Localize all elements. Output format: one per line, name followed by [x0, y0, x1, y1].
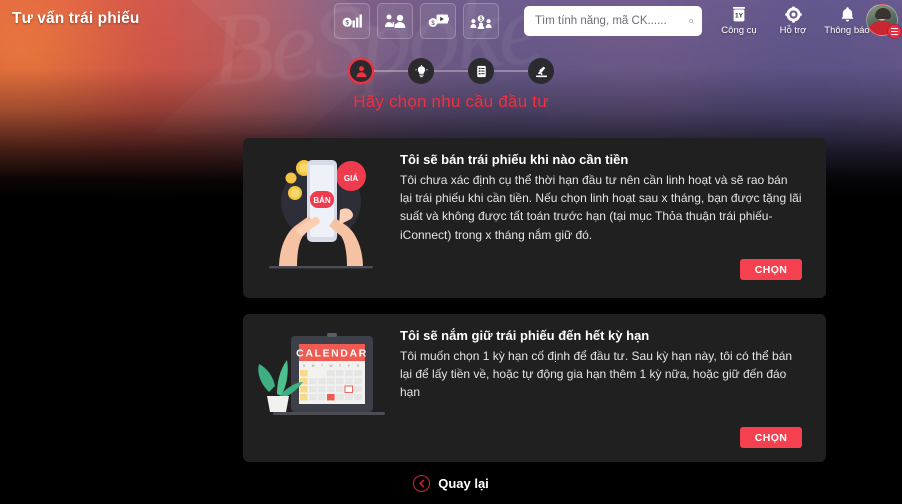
calendar-laptop-illustration-svg: CALENDAR SMTWTFS: [258, 333, 385, 415]
back-button-label: Quay lại: [438, 476, 489, 491]
header-item-tools[interactable]: 1Y Công cụ: [712, 4, 766, 36]
chevron-left-glyph: [419, 479, 424, 488]
svg-text:GIÁ: GIÁ: [344, 174, 358, 183]
header-action-items: 1Y Công cụ Hỗ trợ Thông báo: [712, 4, 874, 36]
page-heading: Hãy chọn nhu cầu đầu tư: [353, 92, 549, 111]
hand-phone-sell-illustration: GIÁ BÁN: [243, 138, 400, 298]
bell-icon: [841, 7, 853, 22]
choose-button-0[interactable]: CHỌN: [740, 259, 802, 280]
market-chart-icon: $: [342, 14, 362, 27]
card-description-0: Tôi chưa xác định cụ thể thời hạn đầu tư…: [400, 173, 802, 242]
step-1-profile[interactable]: [348, 58, 374, 84]
header-item-support[interactable]: Hỗ trợ: [766, 4, 820, 36]
option-card-sell-anytime[interactable]: GIÁ BÁN Tôi sẽ bán trái phiếu khi nào cầ…: [243, 138, 826, 298]
card-title-0: Tôi sẽ bán trái phiếu khi nào cần tiền: [400, 152, 629, 167]
chevron-left-circle-icon[interactable]: [413, 475, 431, 492]
step-2-idea[interactable]: [408, 58, 434, 84]
page-title-brand: Tư vấn trái phiếu: [12, 10, 140, 27]
svg-text:M: M: [312, 364, 315, 368]
video-money-icon: $: [428, 14, 449, 27]
tools-icon: 1Y: [733, 7, 745, 22]
card-description-1: Tôi muốn chọn 1 kỳ hạn cố định để đầu tư…: [400, 349, 793, 400]
step-indicator: [0, 58, 902, 84]
header-item-notifications-label: Thông báo: [824, 25, 870, 36]
avatar-hair: [875, 8, 891, 19]
search-input[interactable]: [535, 15, 689, 27]
svg-text:T: T: [321, 364, 323, 368]
svg-text:BÁN: BÁN: [313, 196, 331, 205]
svg-text:T: T: [339, 364, 341, 368]
nav-video-money-button[interactable]: $: [420, 3, 456, 39]
lightbulb-icon: [414, 64, 428, 77]
svg-text:$: $: [480, 17, 483, 23]
card-body-1: Tôi sẽ nắm giữ trái phiếu đến hết kỳ hạn…: [400, 314, 826, 462]
header-item-tools-label: Công cụ: [721, 25, 757, 36]
back-button[interactable]: Quay lại: [0, 475, 902, 492]
person-icon: [355, 65, 367, 77]
nav-community-button[interactable]: [377, 3, 413, 39]
header-item-support-label: Hỗ trợ: [779, 25, 807, 36]
card-body-0: Tôi sẽ bán trái phiếu khi nào cần tiền T…: [400, 138, 826, 298]
card-title-1: Tôi sẽ nắm giữ trái phiếu đến hết kỳ hạn: [400, 328, 650, 343]
support-icon: [784, 6, 802, 23]
choose-button-1[interactable]: CHỌN: [740, 427, 802, 448]
gavel-icon: [535, 66, 547, 77]
search-box[interactable]: [524, 6, 702, 36]
nav-investor-group-button[interactable]: $: [463, 3, 499, 39]
list-document-icon: [476, 65, 486, 77]
step-connector-2: [434, 70, 468, 72]
hand-phone-sell-illustration-svg: GIÁ BÁN: [269, 160, 373, 269]
step-connector-1: [374, 70, 408, 72]
avatar-wrap[interactable]: [866, 4, 902, 39]
calendar-laptop-illustration: CALENDAR SMTWTFS: [243, 314, 400, 462]
app-root: BeSpoke Tư vấn trái phiếu $ $: [0, 0, 902, 504]
step-connector-3: [494, 70, 528, 72]
option-card-hold-to-maturity[interactable]: CALENDAR SMTWTFS Tôi sẽ nắm giữ trái phi…: [243, 314, 826, 462]
header-nav-icons: $ $ $: [334, 3, 499, 39]
nav-market-chart-button[interactable]: $: [334, 3, 370, 39]
app-header: Tư vấn trái phiếu $ $ $ Tìm tính năng, m…: [0, 0, 902, 43]
step-3-document[interactable]: [468, 58, 494, 84]
search-icon[interactable]: [689, 14, 694, 29]
svg-text:CALENDAR: CALENDAR: [296, 348, 368, 360]
svg-text:1Y: 1Y: [735, 13, 744, 20]
step-4-agreement[interactable]: [528, 58, 554, 84]
investor-group-icon: $: [470, 15, 492, 29]
community-people-icon: [385, 14, 406, 28]
menu-badge-icon[interactable]: [887, 24, 902, 39]
svg-text:F: F: [348, 364, 350, 368]
